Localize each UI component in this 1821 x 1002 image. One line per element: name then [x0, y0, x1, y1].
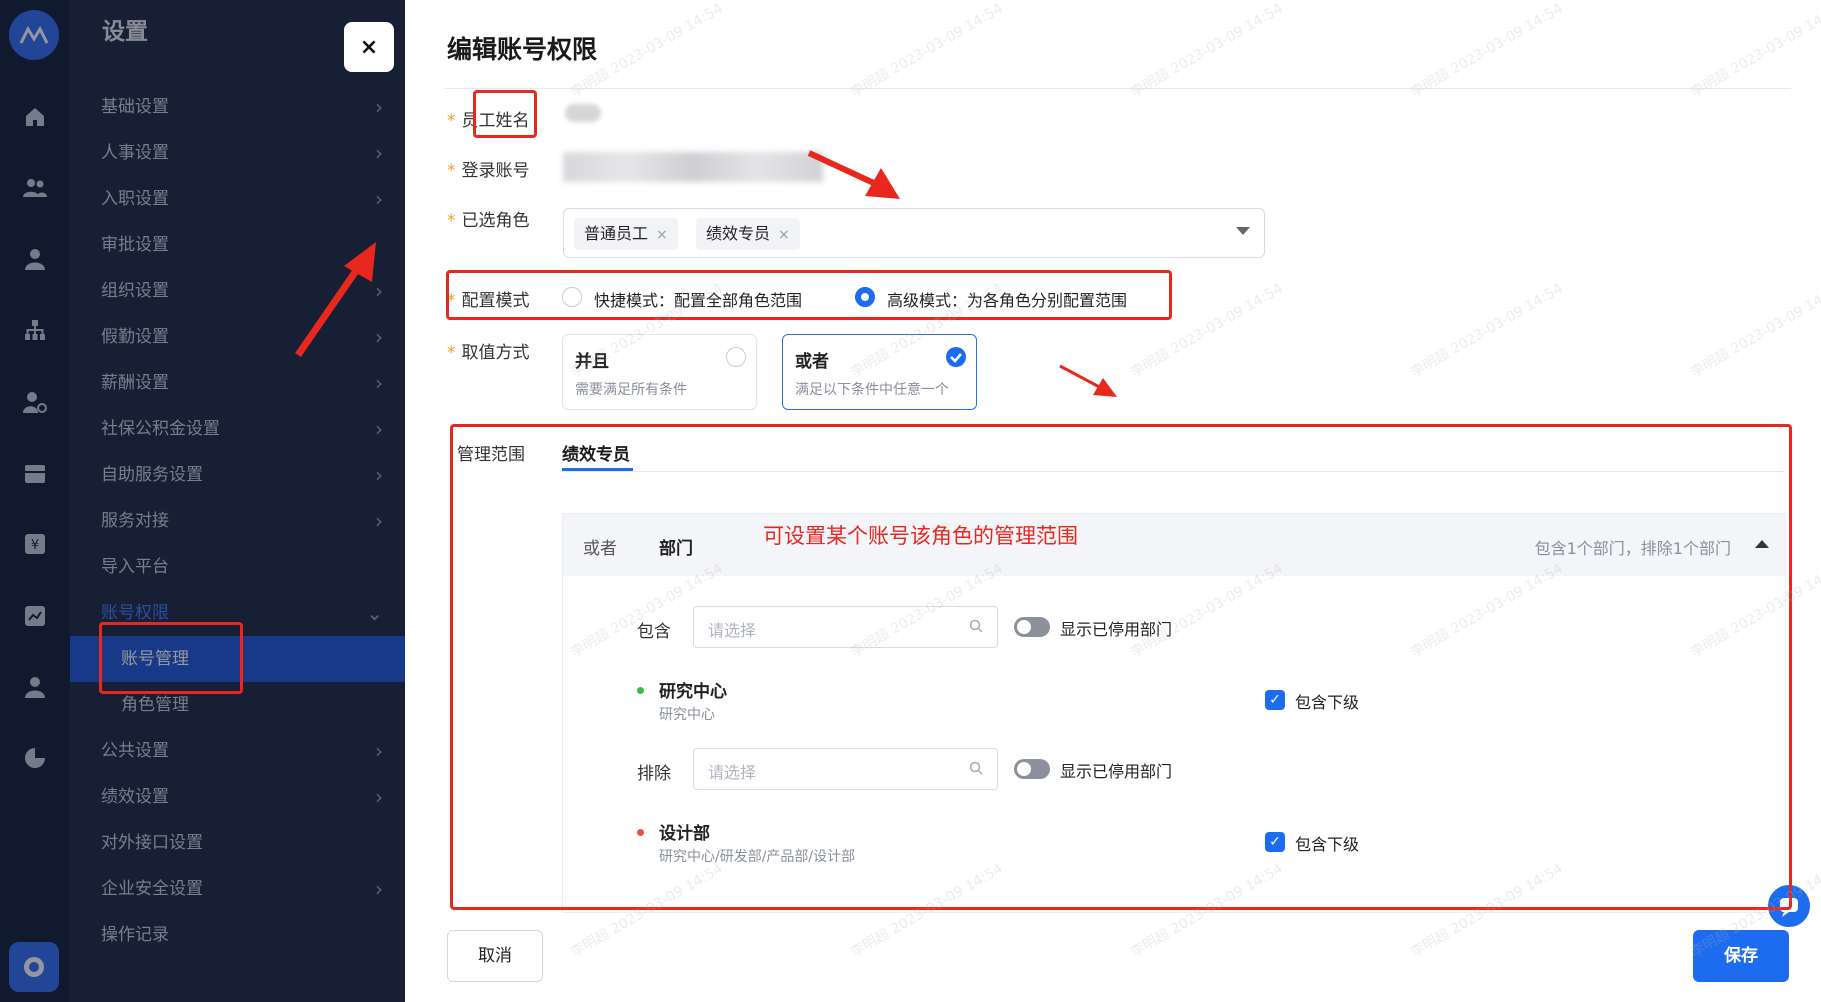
edit-permission-drawer: 编辑账号权限 * 员工姓名 * 登录账号 * 已选角色 普通员工 × 绩效专员 × * 配置…	[405, 0, 1821, 1002]
close-button[interactable]: ×	[344, 22, 394, 72]
annotation-arrow-menu	[295, 242, 376, 357]
annotation-arrows	[807, 150, 1117, 397]
modal-overlay[interactable]	[0, 0, 405, 1002]
annotation-box-menu	[99, 622, 243, 694]
